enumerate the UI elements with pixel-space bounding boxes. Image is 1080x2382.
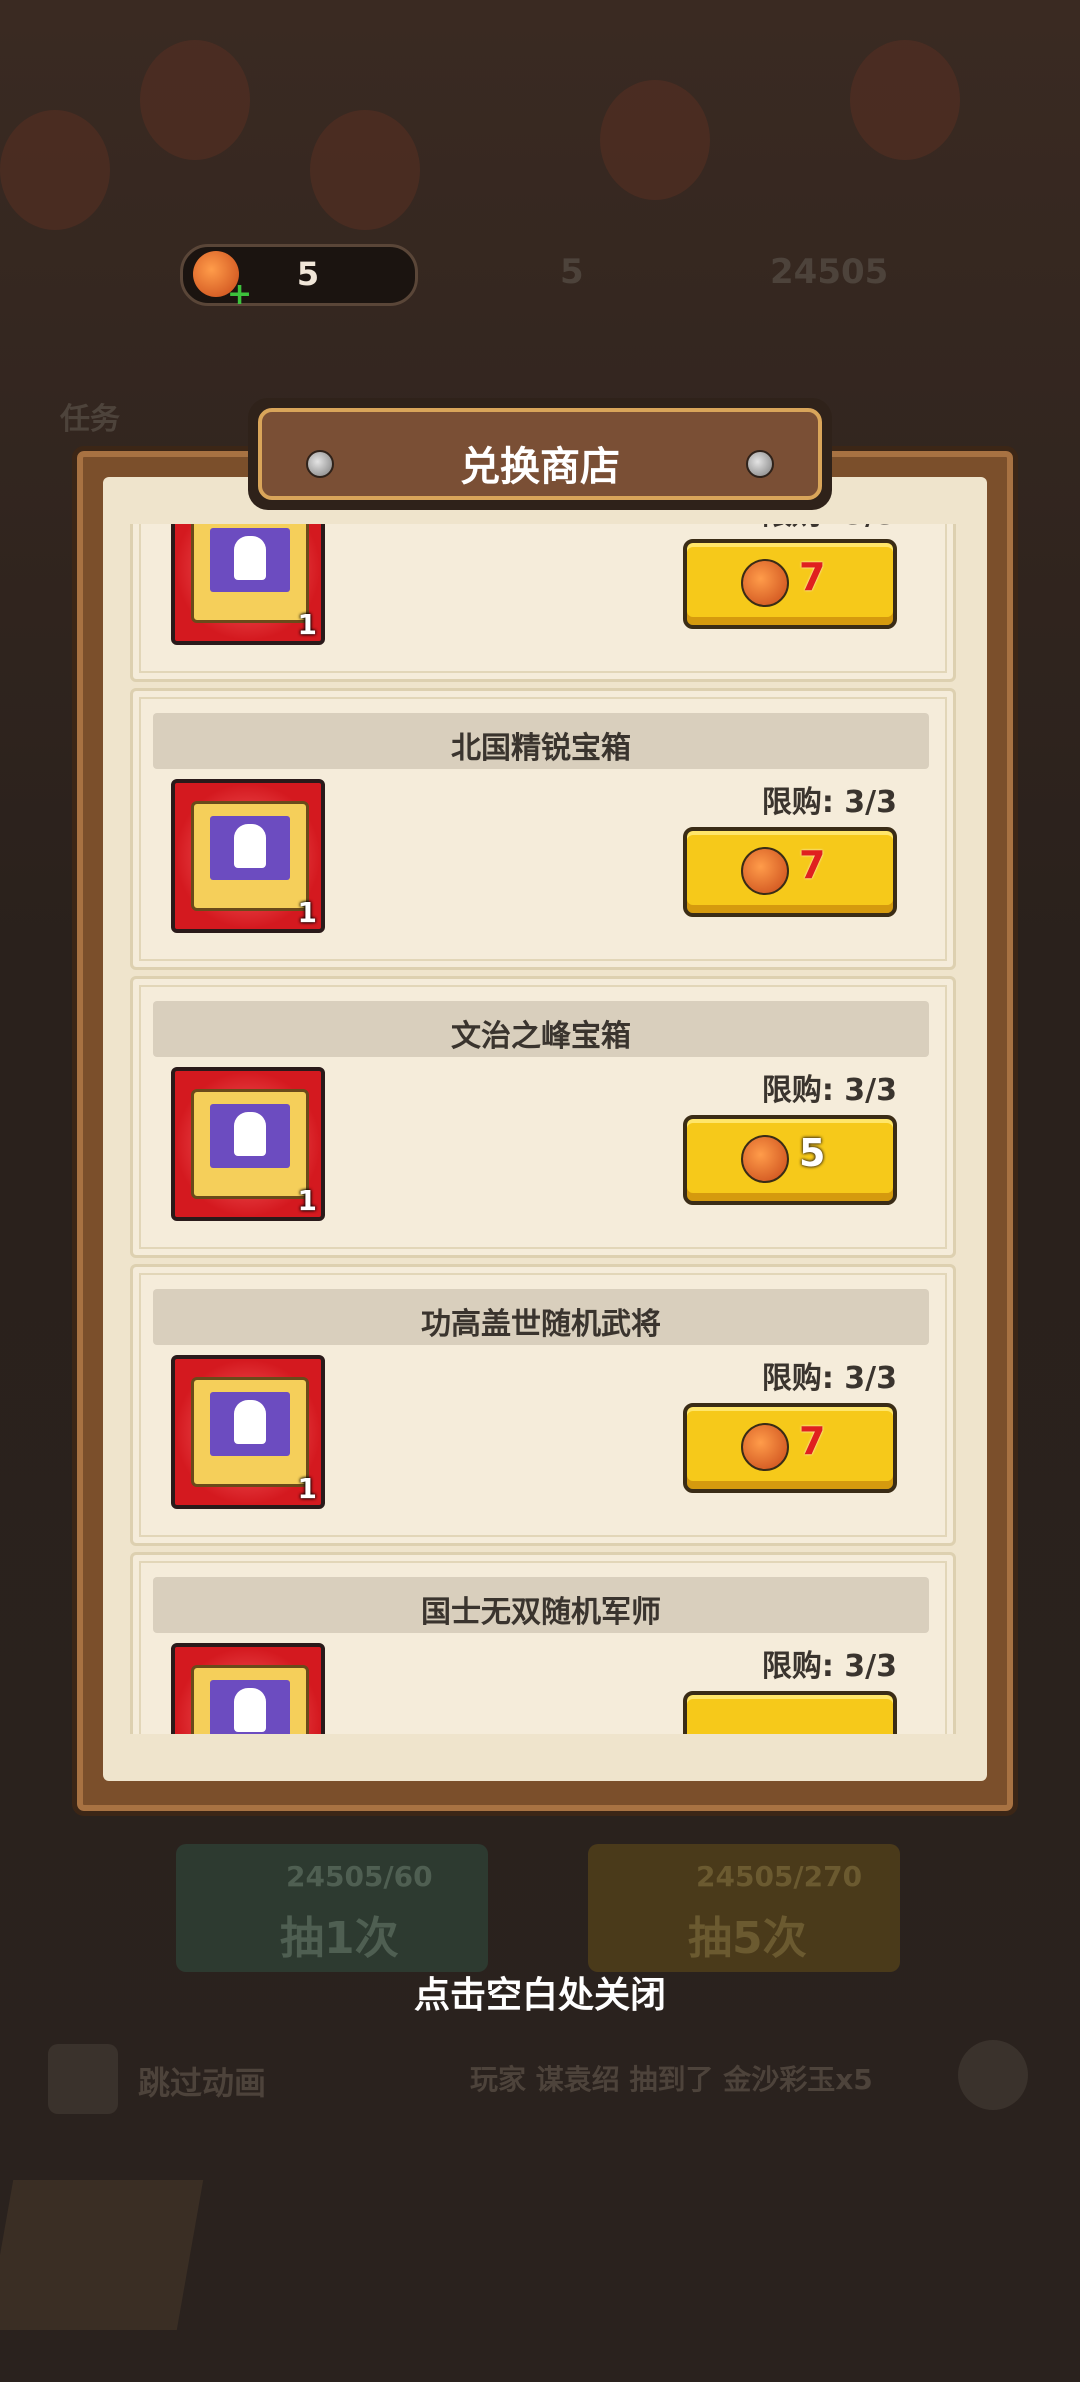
buy-button[interactable]: 5 — [683, 1115, 897, 1205]
shop-item: 北国精锐宝箱 1 限购: 3/3 7 — [130, 688, 956, 970]
draw1-cost: 24505/60 — [286, 1860, 433, 1893]
gem-icon — [741, 559, 789, 607]
back-arrow-icon — [0, 2180, 204, 2330]
item-name-banner: 国士无双随机军师 — [153, 1577, 929, 1633]
purchase-limit: 限购: 3/3 — [761, 1073, 897, 1108]
draw1-label: 抽1次 — [280, 1913, 399, 1964]
draw-1-button: 24505/60 抽1次 — [176, 1844, 488, 1972]
price: 7 — [799, 555, 826, 599]
buy-button[interactable] — [683, 1691, 897, 1734]
task-label: 任务 — [60, 402, 120, 437]
shop-item-list[interactable]: 1 限购: 3/3 7 北国精锐宝箱 1 限购: 3/3 7 文治之峰宝箱 — [96, 524, 984, 1734]
shop-item: 功高盖世随机武将 1 限购: 3/3 7 — [130, 1264, 956, 1546]
gem-icon — [741, 1135, 789, 1183]
help-icon — [958, 2040, 1028, 2110]
skip-animation-checkbox — [48, 2044, 118, 2114]
purchase-limit: 限购: 3/3 — [762, 524, 897, 533]
purchase-limit: 限购: 3/3 — [761, 1361, 897, 1396]
lantern-icon — [850, 40, 960, 160]
chest-icon — [191, 1377, 309, 1487]
shop-item: 文治之峰宝箱 1 限购: 3/3 5 — [130, 976, 956, 1258]
reward-chest-icon: 1 — [171, 779, 325, 933]
buy-button[interactable]: 7 — [683, 539, 897, 629]
dialog-title: 兑换商店 — [460, 444, 620, 490]
item-name: 北国精锐宝箱 — [451, 731, 631, 766]
chest-icon — [191, 1665, 309, 1734]
dialog-title-inner: 兑换商店 — [258, 408, 822, 500]
purchase-limit: 限购: 3/3 — [761, 1649, 897, 1684]
item-name: 功高盖世随机武将 — [421, 1307, 661, 1342]
item-name: 国士无双随机军师 — [421, 1595, 661, 1630]
dim-gem-count: 5 — [560, 252, 584, 292]
buy-button[interactable]: 7 — [683, 1403, 897, 1493]
skip-animation-label: 跳过动画 — [138, 2064, 267, 2102]
lantern-icon — [140, 40, 250, 160]
close-hint[interactable]: 点击空白处关闭 — [0, 1966, 1080, 2018]
draw-5-button: 24505/270 抽5次 — [588, 1844, 900, 1972]
item-name-banner: 文治之峰宝箱 — [153, 1001, 929, 1057]
draw5-label: 抽5次 — [688, 1913, 807, 1964]
reward-chest-icon: 1 — [171, 1067, 325, 1221]
buy-button[interactable]: 7 — [683, 827, 897, 917]
chest-icon — [191, 524, 309, 623]
item-quantity: 1 — [297, 896, 317, 929]
gem-count: 5 — [296, 255, 320, 293]
lantern-icon — [600, 80, 710, 200]
gem-currency-pill[interactable]: + 5 — [180, 244, 418, 312]
gem-icon — [741, 847, 789, 895]
dim-coin-count: 24505 — [770, 252, 889, 292]
item-quantity: 1 — [297, 1472, 317, 1505]
draw5-cost: 24505/270 — [696, 1860, 863, 1893]
reward-chest-icon — [171, 1643, 325, 1734]
item-name-banner: 功高盖世随机武将 — [153, 1289, 929, 1345]
draw-ticker: 玩家 谋袁绍 抽到了 金沙彩玉x5 — [470, 2063, 873, 2096]
reward-chest-icon: 1 — [171, 524, 325, 645]
shop-item: 1 限购: 3/3 7 — [130, 524, 956, 682]
lantern-icon — [0, 110, 110, 230]
item-name-banner: 北国精锐宝箱 — [153, 713, 929, 769]
price: 7 — [799, 843, 826, 887]
lantern-icon — [310, 110, 420, 230]
reward-chest-icon: 1 — [171, 1355, 325, 1509]
dialog-title-plaque: 兑换商店 — [248, 398, 832, 510]
purchase-limit: 限购: 3/3 — [761, 785, 897, 820]
shop-item: 国士无双随机军师 限购: 3/3 — [130, 1552, 956, 1734]
item-quantity: 1 — [297, 1184, 317, 1217]
chest-icon — [191, 801, 309, 911]
item-name: 文治之峰宝箱 — [451, 1019, 631, 1054]
chest-icon — [191, 1089, 309, 1199]
plus-icon: + — [227, 277, 253, 312]
gem-icon — [741, 1423, 789, 1471]
price: 5 — [799, 1131, 826, 1175]
price: 7 — [799, 1419, 826, 1463]
item-quantity: 1 — [297, 608, 317, 641]
